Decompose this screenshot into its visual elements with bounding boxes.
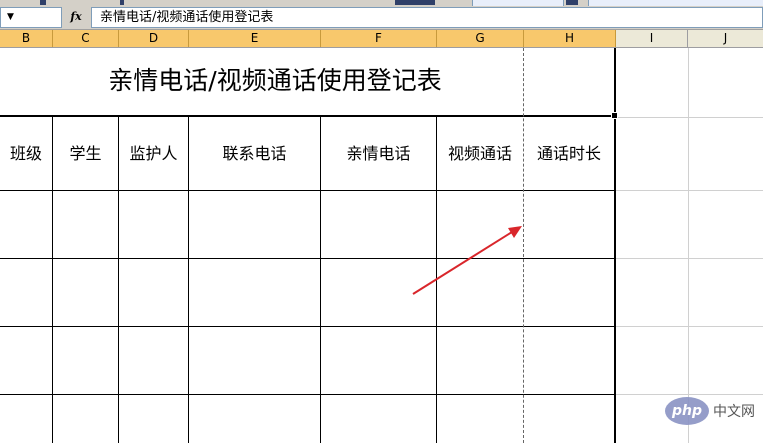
watermark-text: 中文网	[713, 404, 755, 420]
column-header-row: B C D E F G H I J	[0, 30, 763, 48]
column-header-h[interactable]: H	[524, 30, 616, 47]
column-header-i[interactable]: I	[616, 30, 688, 47]
php-logo-icon: php	[665, 397, 709, 425]
column-header-b[interactable]: B	[0, 30, 53, 47]
column-header-d[interactable]: D	[119, 30, 189, 47]
column-header-j[interactable]: J	[688, 30, 763, 47]
php-watermark: php 中文网	[665, 397, 755, 425]
function-icon[interactable]: fx	[62, 7, 90, 27]
sheet-grid[interactable]: 亲情电话/视频通话使用登记表 班级 学生 监护人 联系电话 亲情电话 视频通话 …	[0, 48, 763, 443]
formula-bar: ▼ fx 亲情电话/视频通话使用登记表	[0, 6, 763, 30]
name-box[interactable]: ▼	[0, 7, 62, 28]
column-header-g[interactable]: G	[437, 30, 524, 47]
column-header-f[interactable]: F	[321, 30, 437, 47]
chevron-down-icon[interactable]: ▼	[7, 12, 14, 22]
arrow-annotation-icon	[412, 226, 522, 295]
column-header-e[interactable]: E	[189, 30, 321, 47]
column-header-c[interactable]: C	[53, 30, 119, 47]
spreadsheet-window: ▼ fx 亲情电话/视频通话使用登记表 B C D E F G H I J 亲情…	[0, 0, 763, 443]
formula-input[interactable]: 亲情电话/视频通话使用登记表	[91, 7, 763, 28]
